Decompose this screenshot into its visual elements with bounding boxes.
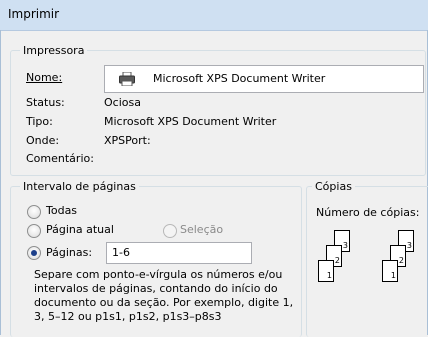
type-value: Microsoft XPS Document Writer [104, 115, 277, 128]
collate-icon-2: 3 2 1 [382, 230, 428, 290]
printer-group-label: Impressora [20, 44, 88, 57]
selection-label[interactable]: Seleção [180, 223, 223, 236]
printer-name-label: Nome: [26, 71, 63, 84]
status-value: Ociosa [104, 96, 141, 109]
current-page-radio[interactable] [27, 224, 41, 238]
where-value: XPSPort: [104, 134, 151, 147]
selection-radio[interactable] [163, 224, 177, 238]
page-icon-1: 1 [382, 260, 398, 282]
collate-icon-1: 3 2 1 [318, 230, 364, 290]
pages-help-text: Separe com ponto-e-vírgula os números e/… [34, 268, 294, 323]
printer-name-select[interactable]: Microsoft XPS Document Writer [104, 65, 424, 93]
type-label: Tipo: [26, 115, 53, 128]
pages-range-input[interactable]: 1-6 [106, 242, 252, 264]
where-label: Onde: [26, 134, 60, 147]
printer-name-value: Microsoft XPS Document Writer [153, 72, 326, 85]
window-title: Imprimir [8, 7, 60, 21]
copies-group-label: Cópias [312, 180, 355, 193]
printer-icon [119, 72, 135, 86]
copies-count-label: Número de cópias: [316, 206, 420, 219]
page-range-group-label: Intervalo de páginas [20, 180, 139, 193]
pages-radio-selected-dot [31, 250, 37, 256]
comment-label: Comentário: [26, 152, 94, 165]
all-pages-radio[interactable] [27, 205, 41, 219]
title-bar: Imprimir [0, 0, 428, 31]
all-pages-label[interactable]: Todas [46, 204, 77, 217]
status-label: Status: [26, 96, 65, 109]
pages-range-value[interactable]: 1-6 [112, 246, 130, 259]
pages-label[interactable]: Páginas: [46, 246, 92, 259]
page-icon-1: 1 [318, 260, 334, 282]
current-page-label[interactable]: Página atual [46, 223, 114, 236]
pages-radio[interactable] [27, 246, 41, 260]
